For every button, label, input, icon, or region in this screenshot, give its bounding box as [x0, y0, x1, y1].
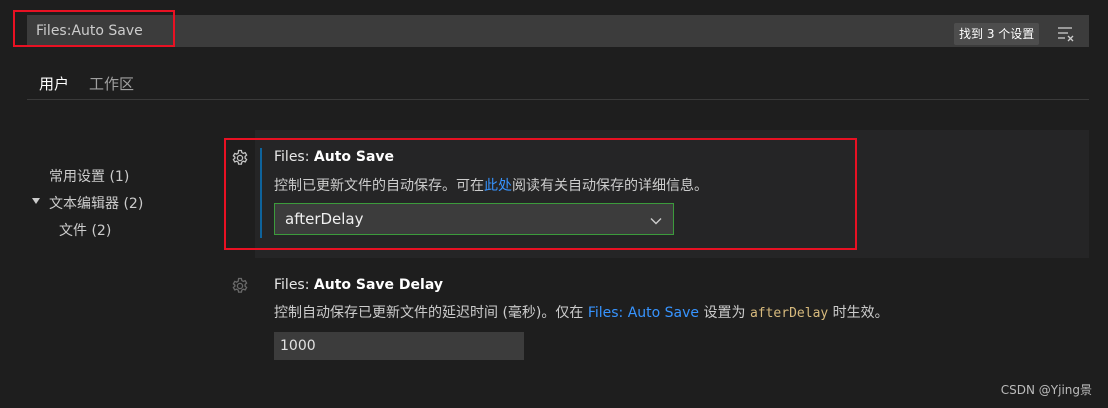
tab-user[interactable]: 用户	[39, 73, 69, 94]
setting-link[interactable]: Files: Auto Save	[588, 305, 699, 321]
gear-icon[interactable]	[231, 277, 249, 295]
setting-highlight-box	[224, 138, 857, 250]
expand-arrow-icon[interactable]	[32, 198, 40, 204]
found-count-badge: 找到 3 个设置	[954, 23, 1040, 45]
auto-save-delay-input[interactable]	[274, 332, 524, 360]
description-text: 设置为	[699, 305, 750, 321]
toc-item-common[interactable]: 常用设置 (1)	[49, 166, 129, 186]
watermark: CSDN @Yjing景	[1000, 383, 1092, 397]
toc-item-files[interactable]: 文件 (2)	[59, 220, 111, 240]
tabs-divider	[27, 99, 1089, 100]
tab-workspace[interactable]: 工作区	[89, 73, 134, 94]
setting-category: Files:	[274, 277, 314, 293]
code-value: afterDelay	[749, 306, 829, 321]
setting-description-auto-save-delay: 控制自动保存已更新文件的延迟时间 (毫秒)。仅在 Files: Auto Sav…	[274, 302, 889, 322]
setting-name: Auto Save Delay	[313, 277, 443, 293]
description-text: 时生效。	[828, 305, 889, 321]
toc-item-text-editor[interactable]: 文本编辑器 (2)	[49, 193, 143, 213]
settings-scope-tabs: 用户 工作区	[39, 73, 134, 94]
search-highlight-box	[13, 10, 175, 47]
clear-filter-icon[interactable]	[1056, 24, 1076, 44]
setting-title-auto-save-delay: Files: Auto Save Delay	[274, 277, 443, 293]
description-text: 控制自动保存已更新文件的延迟时间 (毫秒)。仅在	[274, 305, 588, 321]
